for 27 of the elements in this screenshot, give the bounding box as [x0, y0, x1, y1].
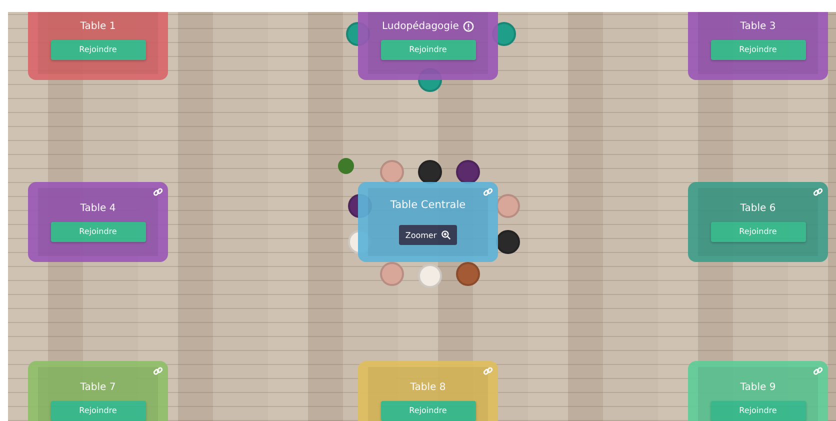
chair-icon: [496, 230, 520, 254]
table-title: Table 3: [740, 20, 776, 32]
join-button[interactable]: Rejoindre: [50, 400, 146, 420]
chair-icon: [380, 262, 404, 286]
join-button[interactable]: Rejoindre: [710, 400, 806, 420]
join-button[interactable]: Rejoindre: [710, 222, 806, 242]
table-title: Table 4: [80, 202, 116, 214]
chair-icon: [456, 160, 480, 184]
join-button[interactable]: Rejoindre: [50, 40, 146, 60]
join-button[interactable]: Rejoindre: [380, 40, 476, 60]
join-button[interactable]: Rejoindre: [380, 400, 476, 420]
join-button[interactable]: Rejoindre: [50, 222, 146, 242]
chair-icon: [496, 194, 520, 218]
zoom-button[interactable]: Zoomer: [399, 225, 457, 245]
chair-icon: [418, 264, 442, 288]
table-title: Ludopédagogie: [382, 20, 459, 32]
table-title: Table 8: [410, 382, 446, 392]
table-title: Table 7: [80, 382, 116, 392]
chair-icon: [456, 262, 480, 286]
chair-icon: [418, 160, 442, 184]
table-title: Table 9: [740, 382, 776, 392]
chair-icon: [380, 160, 404, 184]
table-title: Table Centrale: [390, 199, 466, 211]
zoom-in-icon: [440, 230, 451, 240]
table-title: Table 6: [740, 202, 776, 214]
table-title: Table 1: [80, 20, 116, 32]
join-button[interactable]: Rejoindre: [710, 40, 806, 60]
